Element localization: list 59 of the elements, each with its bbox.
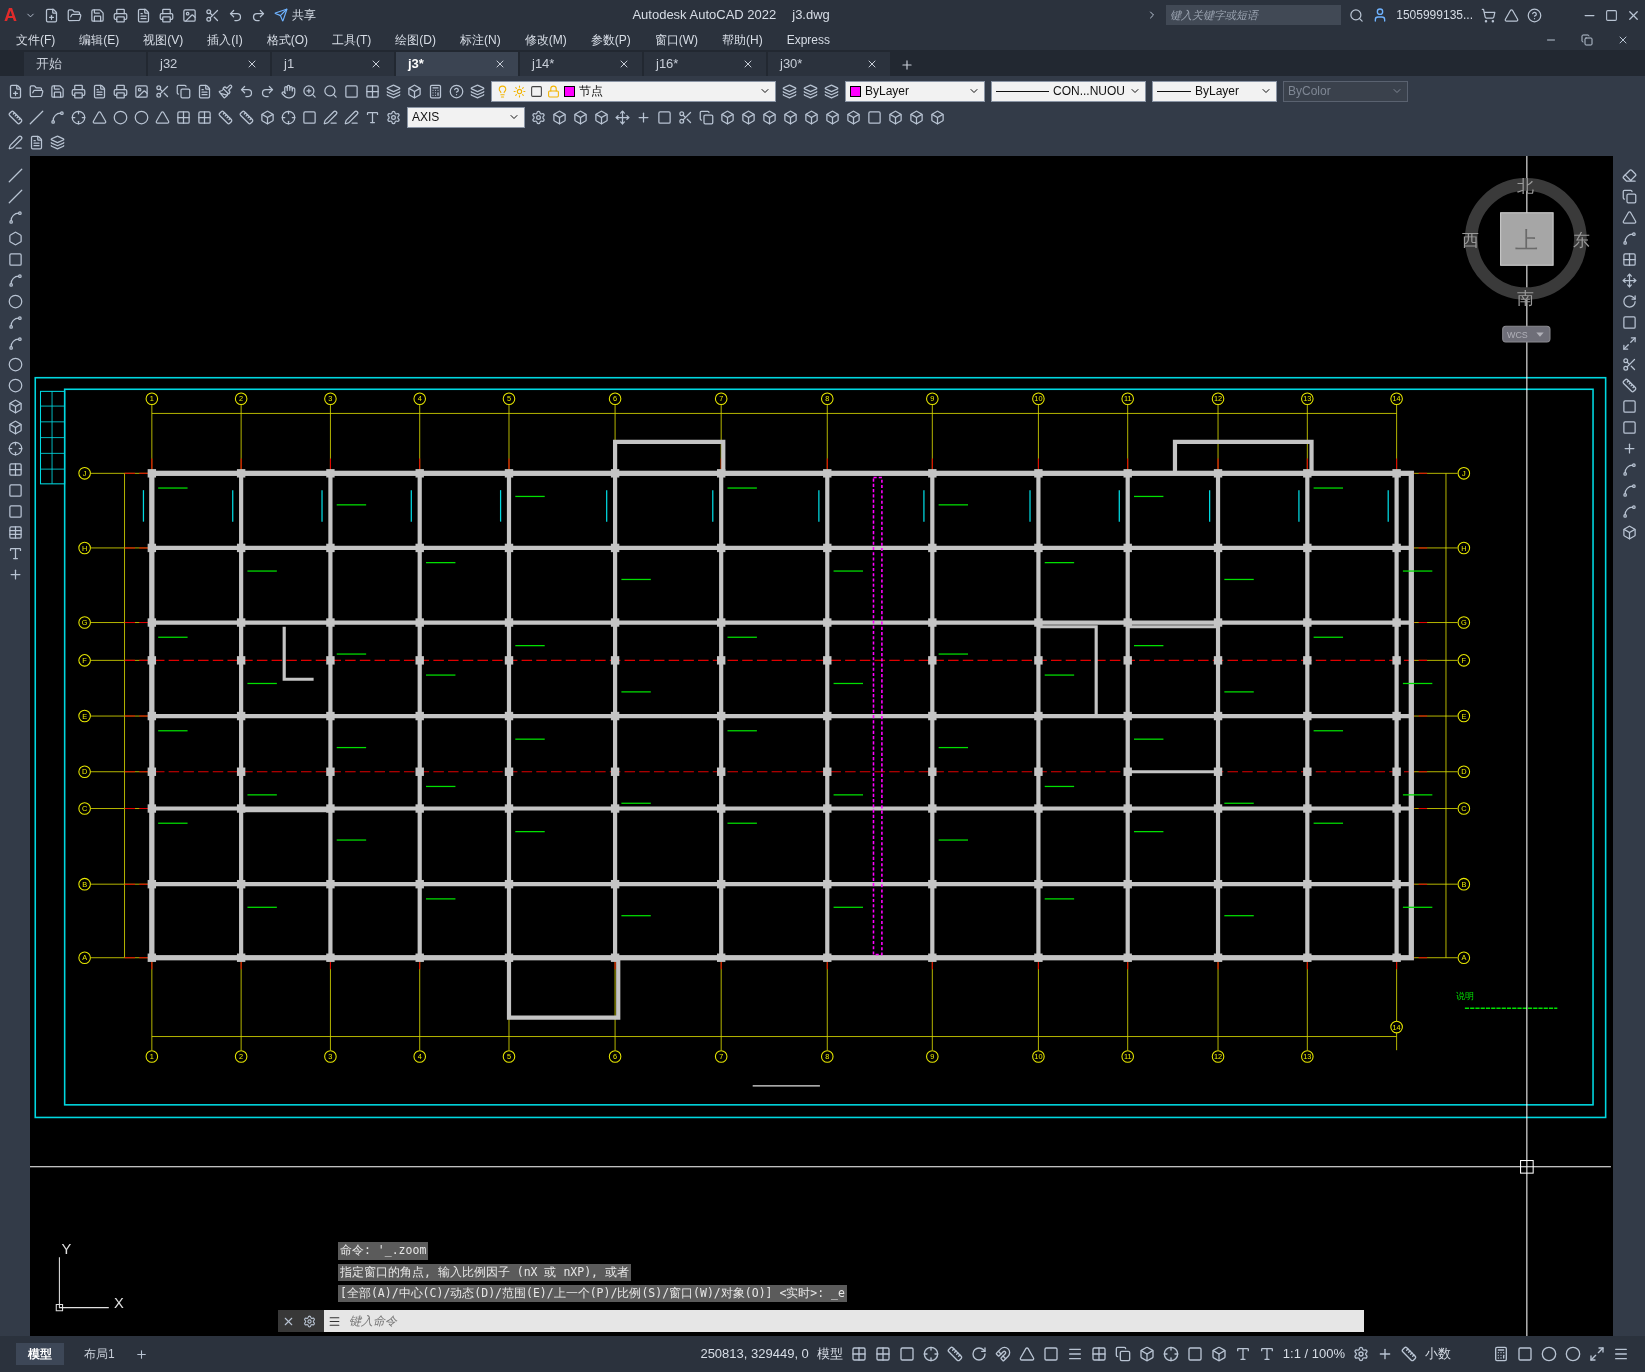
tab-label[interactable]: j30* bbox=[780, 54, 803, 74]
lineweight-dropdown[interactable]: ByLayer bbox=[1152, 80, 1277, 102]
dimension-style-dropdown[interactable]: AXIS bbox=[407, 106, 525, 128]
search-field[interactable]: 键入关键字或短语 bbox=[1166, 5, 1342, 25]
menu-item[interactable]: 窗口(W) bbox=[654, 31, 698, 49]
layer-dropdown[interactable]: 节点 bbox=[491, 80, 776, 102]
compass-north[interactable]: 北 bbox=[1517, 176, 1535, 196]
annotation-scale[interactable]: 1:1 / 100% bbox=[1282, 1344, 1345, 1364]
note-title: 说明 bbox=[1456, 989, 1475, 1001]
layout-tab[interactable]: 布局1 bbox=[72, 1343, 127, 1365]
compass-south[interactable]: 南 bbox=[1517, 289, 1535, 309]
lineweight-value: ByLayer bbox=[1195, 83, 1240, 100]
command-input[interactable]: 键入命令 bbox=[324, 1310, 1364, 1332]
color-value: ByLayer bbox=[865, 83, 910, 100]
menu-item[interactable]: 格式(O) bbox=[266, 31, 308, 49]
menu-item[interactable]: 参数(P) bbox=[590, 31, 631, 49]
model-space-button[interactable]: 模型 bbox=[816, 1344, 843, 1364]
tab-label[interactable]: j32 bbox=[160, 54, 178, 74]
units-readout[interactable]: 小数 bbox=[1425, 1344, 1485, 1364]
menu-item[interactable]: 修改(M) bbox=[524, 31, 567, 49]
plot-style-value: ByColor bbox=[1288, 83, 1331, 100]
menu-item[interactable]: 编辑(E) bbox=[79, 31, 120, 49]
menu-item[interactable]: 标注(N) bbox=[460, 31, 501, 49]
file-name: j3.dwg bbox=[792, 6, 830, 25]
menu-item[interactable]: 工具(T) bbox=[332, 31, 372, 49]
window-title: Autodesk AutoCAD 2022 bbox=[632, 6, 777, 25]
layout-tab[interactable]: 模型 bbox=[16, 1343, 64, 1365]
menu-item[interactable]: 视图(V) bbox=[143, 31, 184, 49]
linetype-dropdown[interactable]: CON...NUOU bbox=[991, 80, 1146, 102]
tab-label[interactable]: j16* bbox=[656, 54, 679, 74]
dimension-style-value: AXIS bbox=[412, 109, 440, 126]
file-tab[interactable]: j16* bbox=[644, 52, 766, 76]
file-tab[interactable]: j1 bbox=[272, 52, 394, 76]
share-button[interactable]: 共享 bbox=[274, 6, 316, 24]
viewcube-face-label: 上 bbox=[1515, 227, 1539, 254]
color-dropdown[interactable]: ByLayer bbox=[845, 80, 985, 102]
tab-label[interactable]: j14* bbox=[532, 54, 555, 74]
linetype-value: CON...NUOU bbox=[1053, 83, 1125, 100]
menu-item[interactable]: 绘图(D) bbox=[395, 31, 436, 49]
compass-east[interactable]: 东 bbox=[1573, 231, 1590, 251]
file-tab[interactable]: j3* bbox=[396, 52, 518, 76]
command-input-field[interactable]: 键入命令 bbox=[349, 1312, 1360, 1330]
layer-name: 节点 bbox=[579, 83, 603, 100]
file-tab[interactable]: j30* bbox=[768, 52, 890, 76]
file-tab[interactable]: j32 bbox=[148, 52, 270, 76]
compass-west[interactable]: 西 bbox=[1461, 231, 1479, 251]
file-tab[interactable]: j14* bbox=[520, 52, 642, 76]
file-tab[interactable]: 开始 bbox=[24, 52, 146, 76]
tab-label[interactable]: j1 bbox=[284, 54, 295, 74]
tab-label[interactable]: 开始 bbox=[36, 54, 62, 74]
menu-item[interactable]: Express bbox=[786, 31, 830, 49]
ucs-x-label: X bbox=[114, 1294, 124, 1311]
tab-label[interactable]: j3* bbox=[408, 54, 424, 74]
menu-item[interactable]: 插入(I) bbox=[207, 31, 243, 49]
ucs-y-label: Y bbox=[61, 1241, 72, 1258]
coordinates-readout[interactable]: 250813, 329449, 0 bbox=[700, 1344, 809, 1364]
menu-item[interactable]: 帮助(H) bbox=[722, 31, 763, 49]
user-name[interactable]: 1505999135... bbox=[1396, 6, 1473, 24]
menu-item[interactable]: 文件(F) bbox=[16, 31, 56, 49]
